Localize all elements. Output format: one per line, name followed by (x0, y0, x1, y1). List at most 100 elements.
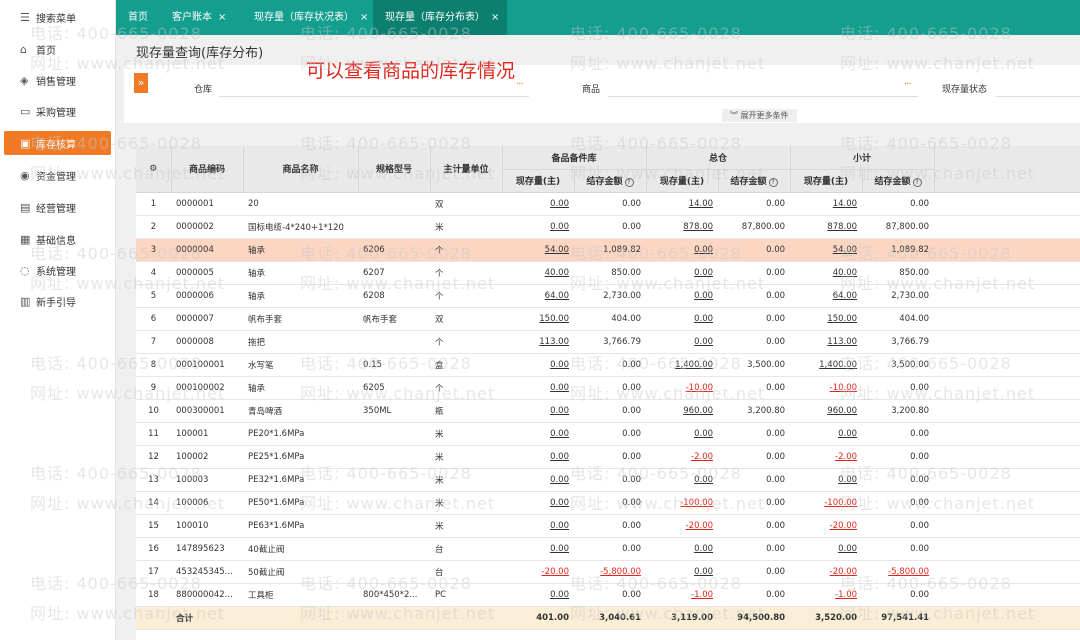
stock-qty-link[interactable]: 0.00 (790, 537, 863, 561)
stock-qty-link[interactable]: -10.00 (790, 376, 863, 400)
stock-qty-link[interactable]: 0.00 (790, 422, 863, 446)
sidebar-item-basic-info[interactable]: ▦ 基础信息 (4, 227, 111, 251)
product-input[interactable] (608, 96, 918, 97)
tab-1[interactable]: 客户账本 × (160, 0, 242, 35)
stock-qty-link[interactable]: 113.00 (790, 330, 863, 354)
stock-qty-link[interactable]: 0.00 (502, 468, 574, 492)
stock-qty-link[interactable]: -20.00 (790, 560, 863, 584)
header-amount[interactable]: 结存金额? (574, 169, 647, 193)
header-qty[interactable]: 现存量(主) (646, 169, 719, 193)
warehouse-input[interactable] (219, 96, 529, 97)
help-icon[interactable]: ? (624, 178, 634, 187)
stock-qty-link[interactable]: 960.00 (790, 399, 863, 423)
help-icon[interactable]: ? (912, 178, 922, 187)
table-row[interactable]: 11 100001 PE20*1.6MPa 米 0.00 0.00 0.00 0.00 0.00… (136, 422, 1080, 446)
stock-qty-link[interactable]: 0.00 (502, 192, 574, 216)
table-row[interactable]: 5 0000006 轴承 6208 个 64.00 2,730.00 0.00 0.00 64.0… (136, 284, 1080, 308)
stock-qty-link[interactable]: 0.00 (790, 468, 863, 492)
sidebar-item-guide[interactable]: ▥ 新手引导 (4, 289, 111, 313)
header-qty[interactable]: 现存量(主) (790, 169, 863, 193)
table-row[interactable]: 10 000300001 青岛啤酒 350ML 瓶 0.00 0.00 960.00 3,200… (136, 399, 1080, 423)
stock-qty-link[interactable]: 0.00 (502, 445, 574, 469)
stock-qty-link[interactable]: 40.00 (790, 261, 863, 285)
stock-qty-link[interactable]: 0.00 (646, 284, 719, 308)
stock-qty-link[interactable]: -100.00 (646, 491, 719, 515)
stock-qty-link[interactable]: 14.00 (646, 192, 719, 216)
stock-qty-link[interactable]: -20.00 (502, 560, 574, 584)
sidebar-item-inventory[interactable]: ▣ 库存核算 (4, 131, 111, 155)
sidebar-item-system[interactable]: ◌ 系统管理 (4, 258, 111, 282)
expand-panel-toggle[interactable]: » (134, 73, 148, 93)
sidebar-item-search-menu[interactable]: ☰ 搜索菜单 (4, 5, 111, 29)
column-settings-icon[interactable]: ⚙ (136, 146, 172, 193)
stock-qty-link[interactable]: 0.00 (502, 491, 574, 515)
header-qty[interactable]: 现存量(主) (502, 169, 575, 193)
stock-status-select[interactable] (996, 96, 1080, 97)
stock-qty-link[interactable]: 150.00 (502, 307, 574, 331)
expand-more-conditions-button[interactable]: ︾ 展开更多条件 (722, 109, 797, 122)
stock-qty-link[interactable]: 54.00 (502, 238, 574, 262)
table-row[interactable]: 15 100010 PE63*1.6MPa 米 0.00 0.00 -20.00 0.00 -2… (136, 514, 1080, 538)
stock-qty-link[interactable]: -1.00 (790, 583, 863, 607)
close-tab-icon[interactable]: × (218, 12, 226, 23)
table-row[interactable]: 6 0000007 帆布手套 帆布手套双 150.00 404.00 0.00 0.00 150… (136, 307, 1080, 331)
header-unit[interactable]: 主计量单位 (430, 146, 503, 193)
table-row[interactable]: 14 100006 PE50*1.6MPa 米 0.00 0.00 -100.00 0.00-… (136, 491, 1080, 515)
sidebar-item-operations[interactable]: ▤ 经营管理 (4, 195, 111, 219)
table-row[interactable]: 4 0000005 轴承 6207 个 40.00 850.00 0.00 0.00 40.00 8… (136, 261, 1080, 285)
header-code[interactable]: 商品编码 (171, 146, 244, 193)
stock-qty-link[interactable]: 0.00 (502, 422, 574, 446)
warehouse-picker-icon[interactable]: ··· (516, 79, 523, 90)
header-name[interactable]: 商品名称 (243, 146, 359, 193)
close-tab-icon[interactable]: × (491, 12, 499, 23)
stock-qty-link[interactable]: 878.00 (790, 215, 863, 239)
stock-qty-link[interactable]: 0.00 (502, 537, 574, 561)
stock-qty-link[interactable]: 54.00 (790, 238, 863, 262)
help-icon[interactable]: ? (768, 178, 778, 187)
stock-qty-link[interactable]: 14.00 (790, 192, 863, 216)
stock-qty-link[interactable]: 0.00 (646, 560, 719, 584)
stock-qty-link[interactable]: 64.00 (502, 284, 574, 308)
stock-qty-link[interactable]: 1,400.00 (790, 353, 863, 377)
stock-qty-link[interactable]: -2.00 (790, 445, 863, 469)
tab-3[interactable]: 现存量（库存分布表） × (373, 0, 507, 35)
table-row[interactable]: 16 147895623 40截止阀台 0.00 0.00 0.00 0.00 0.00 0.0… (136, 537, 1080, 561)
stock-qty-link[interactable]: 113.00 (502, 330, 574, 354)
stock-qty-link[interactable]: 40.00 (502, 261, 574, 285)
stock-qty-link[interactable]: 878.00 (646, 215, 719, 239)
table-row[interactable]: 9 000100002 轴承 6205 个 0.00 0.00 -10.00 0.00 -10.0… (136, 376, 1080, 400)
stock-qty-link[interactable]: 150.00 (790, 307, 863, 331)
stock-qty-link[interactable]: 64.00 (790, 284, 863, 308)
stock-qty-link[interactable]: 0.00 (502, 583, 574, 607)
table-row[interactable]: 13 100003 PE32*1.6MPa 米 0.00 0.00 0.00 0.00 0.00… (136, 468, 1080, 492)
table-row[interactable]: 12 100002 PE25*1.6MPa 米 0.00 0.00 -2.00 0.00 -2.… (136, 445, 1080, 469)
table-row[interactable]: 1 0000001 20 双 0.00 0.00 14.00 0.00 14.00 0.00 (136, 192, 1080, 216)
stock-qty-link[interactable]: -20.00 (646, 514, 719, 538)
table-row[interactable]: 8 000100001 水写笔 0.15 盒 0.00 0.00 1,400.00 3,500.… (136, 353, 1080, 377)
sidebar-item-sales[interactable]: ◈ 销售管理 (4, 68, 111, 92)
tab-0[interactable]: 首页 (116, 0, 160, 35)
stock-qty-link[interactable]: 0.00 (646, 238, 719, 262)
stock-qty-link[interactable]: 0.00 (646, 307, 719, 331)
sidebar-item-home[interactable]: ⌂ 首页 (4, 37, 111, 61)
close-tab-icon[interactable]: × (360, 12, 368, 23)
header-amount[interactable]: 结存金额? (718, 169, 791, 193)
stock-qty-link[interactable]: 0.00 (502, 514, 574, 538)
header-spec[interactable]: 规格型号 (358, 146, 431, 193)
stock-qty-link[interactable]: -2.00 (646, 445, 719, 469)
stock-qty-link[interactable]: 0.00 (502, 353, 574, 377)
stock-qty-link[interactable]: -1.00 (646, 583, 719, 607)
sidebar-item-funds[interactable]: ◉ 资金管理 (4, 163, 111, 187)
table-row[interactable]: 2 0000002 国标电缆-4*240+1*120 米 0.00 0.00 878.00 8… (136, 215, 1080, 239)
stock-qty-link[interactable]: 0.00 (646, 261, 719, 285)
table-row[interactable]: 18 880000042... 工具柜 800*450*2... PC 0.00 0.00-… (136, 583, 1080, 607)
table-row[interactable]: 7 0000008 拖把个 113.00 3,766.79 0.00 0.00 113.00 3… (136, 330, 1080, 354)
stock-qty-link[interactable]: 0.00 (502, 376, 574, 400)
stock-qty-link[interactable]: 1,400.00 (646, 353, 719, 377)
stock-table-container[interactable]: ⚙ 商品编码 商品名称 规格型号 主计量单位 备品备件库 总仓 小计 现存量(主… (136, 146, 1080, 640)
stock-qty-link[interactable]: -10.00 (646, 376, 719, 400)
stock-qty-link[interactable]: 0.00 (646, 330, 719, 354)
product-picker-icon[interactable]: ··· (904, 79, 911, 90)
header-amount[interactable]: 结存金额? (862, 169, 935, 193)
sidebar-item-purchase[interactable]: ▭ 采购管理 (4, 99, 111, 123)
